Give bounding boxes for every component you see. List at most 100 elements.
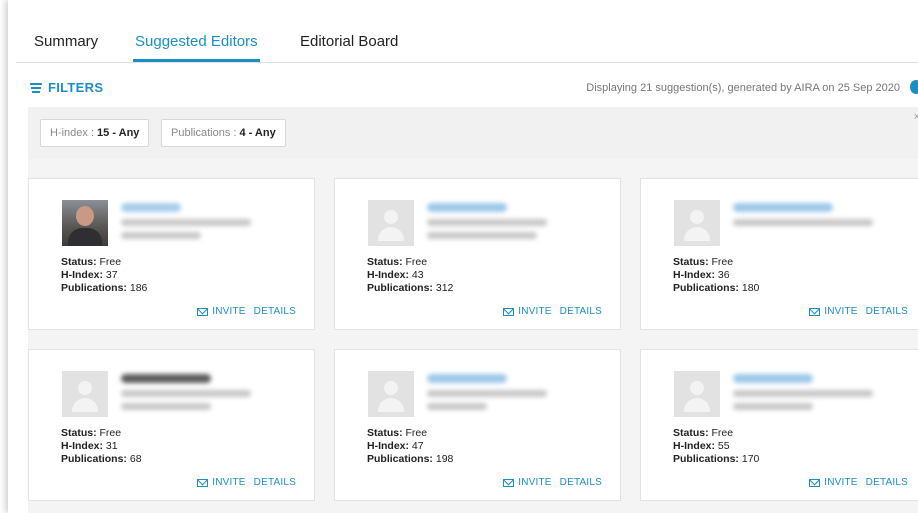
editor-affiliation-redacted (427, 232, 537, 239)
hindex-value: 43 (411, 269, 424, 281)
mail-icon (197, 478, 209, 487)
status-line: Status: Free (673, 256, 734, 268)
details-link[interactable]: DETAILS (560, 306, 602, 317)
status-line: Status: Free (673, 427, 734, 439)
publications-line: Publications: 312 (367, 282, 454, 294)
details-link[interactable]: DETAILS (254, 477, 296, 488)
avatar (62, 200, 108, 246)
status-line: Status: Free (367, 427, 428, 439)
avatar (368, 200, 414, 246)
editor-stats: Status: Free H-Index: 36 Publications: 180 (673, 256, 759, 295)
filter-chip-publications[interactable]: Publications : 4 - Any (161, 119, 286, 147)
hindex-line: H-Index: 36 (673, 269, 730, 281)
info-icon[interactable] (910, 80, 918, 94)
editor-affiliation-redacted (733, 219, 873, 226)
editor-affiliation-redacted (121, 232, 201, 239)
publications-value: 68 (129, 453, 142, 465)
hindex-line: H-Index: 37 (61, 269, 118, 281)
mail-icon (809, 478, 821, 487)
editor-affiliation-redacted (121, 403, 211, 410)
avatar (674, 371, 720, 417)
invite-link[interactable]: INVITE (197, 477, 245, 488)
publications-line: Publications: 180 (673, 282, 760, 294)
hindex-value: 36 (717, 269, 730, 281)
invite-link[interactable]: INVITE (503, 477, 551, 488)
editor-name-redacted[interactable] (427, 374, 507, 383)
editor-stats: Status: Free H-Index: 37 Publications: 186 (61, 256, 147, 295)
editor-card: Status: Free H-Index: 47 Publications: 198… (334, 349, 621, 501)
publications-value: 186 (129, 282, 148, 294)
details-link[interactable]: DETAILS (866, 477, 908, 488)
editor-name-redacted[interactable] (121, 203, 181, 212)
card-actions: INVITE DETAILS (503, 477, 602, 488)
details-link[interactable]: DETAILS (254, 306, 296, 317)
publications-value: 170 (741, 453, 760, 465)
editor-name-redacted[interactable] (733, 374, 813, 383)
status-line: Status: Free (367, 256, 428, 268)
editor-stats: Status: Free H-Index: 47 Publications: 198 (367, 427, 453, 466)
tab-summary[interactable]: Summary (32, 33, 100, 61)
editor-affiliation-redacted (427, 403, 487, 410)
tab-editorial-board[interactable]: Editorial Board (298, 33, 400, 61)
editor-affiliation-redacted (121, 390, 251, 397)
details-link[interactable]: DETAILS (866, 306, 908, 317)
invite-link[interactable]: INVITE (809, 306, 857, 317)
publications-line: Publications: 68 (61, 453, 142, 465)
invite-link[interactable]: INVITE (809, 477, 857, 488)
hindex-value: 47 (411, 440, 424, 452)
status-value: Free (99, 256, 122, 268)
mail-icon (197, 307, 209, 316)
editor-stats: Status: Free H-Index: 31 Publications: 68 (61, 427, 142, 466)
hindex-value: 37 (105, 269, 118, 281)
tabs-divider (16, 62, 918, 63)
editor-name-redacted[interactable] (427, 203, 507, 212)
card-actions: INVITE DETAILS (809, 306, 908, 317)
status-line: Status: Free (61, 427, 122, 439)
invite-label: INVITE (518, 306, 552, 317)
active-filters-bar: H-index : 15 - Any Publications : 4 - An… (28, 107, 918, 159)
status-value: Free (405, 427, 428, 439)
editor-card: Status: Free H-Index: 31 Publications: 68 I… (28, 349, 315, 501)
editor-affiliation-redacted (427, 390, 547, 397)
details-link[interactable]: DETAILS (560, 477, 602, 488)
invite-link[interactable]: INVITE (197, 306, 245, 317)
close-icon[interactable]: × (914, 111, 918, 123)
filter-chip-key: Publications : (171, 127, 237, 139)
hindex-line: H-Index: 55 (673, 440, 730, 452)
editor-affiliation-redacted (121, 219, 251, 226)
filter-icon (30, 82, 42, 93)
status-value: Free (711, 256, 734, 268)
editor-affiliation-redacted (733, 403, 813, 410)
suggestions-count-note: Displaying 21 suggestion(s), generated b… (586, 82, 900, 94)
invite-label: INVITE (824, 306, 858, 317)
invite-label: INVITE (212, 477, 246, 488)
filters-label: FILTERS (48, 80, 104, 95)
filter-chip-value: 4 - Any (239, 127, 276, 139)
hindex-value: 55 (717, 440, 730, 452)
editor-card: Status: Free H-Index: 37 Publications: 186… (28, 178, 315, 330)
filters-button[interactable]: FILTERS (30, 80, 103, 95)
filter-chip-hindex[interactable]: H-index : 15 - Any (40, 119, 150, 147)
card-actions: INVITE DETAILS (197, 477, 296, 488)
invite-link[interactable]: INVITE (503, 306, 551, 317)
publications-value: 312 (435, 282, 454, 294)
hindex-line: H-Index: 47 (367, 440, 424, 452)
editor-name-redacted[interactable] (121, 374, 211, 383)
invite-label: INVITE (824, 477, 858, 488)
editor-card: Status: Free H-Index: 43 Publications: 312… (334, 178, 621, 330)
status-value: Free (99, 427, 122, 439)
tab-suggested-editors[interactable]: Suggested Editors (133, 33, 260, 62)
status-value: Free (405, 256, 428, 268)
mail-icon (809, 307, 821, 316)
editor-card: Status: Free H-Index: 36 Publications: 180… (640, 178, 918, 330)
mail-icon (503, 478, 515, 487)
hindex-value: 31 (105, 440, 118, 452)
editor-affiliation-redacted (427, 219, 547, 226)
publications-value: 180 (741, 282, 760, 294)
avatar (62, 371, 108, 417)
publications-line: Publications: 198 (367, 453, 454, 465)
editor-name-redacted[interactable] (733, 203, 833, 212)
invite-label: INVITE (212, 306, 246, 317)
hindex-line: H-Index: 31 (61, 440, 118, 452)
card-actions: INVITE DETAILS (809, 477, 908, 488)
